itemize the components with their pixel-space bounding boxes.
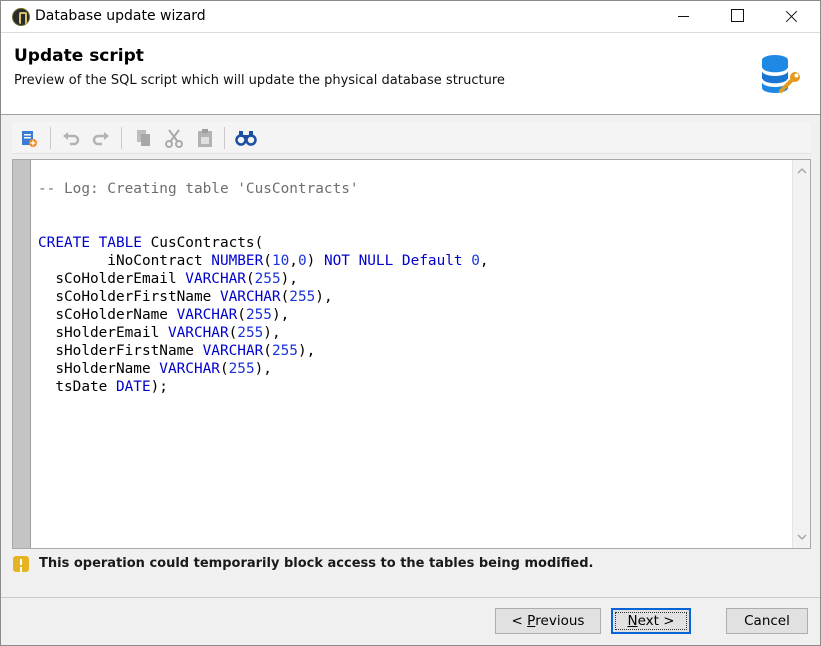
code-line: iNoContract NUMBER(10,0) NOT NULL Defaul… bbox=[38, 252, 489, 270]
code-token: NUMBER bbox=[211, 253, 264, 269]
code-token: sHolderEmail bbox=[38, 325, 168, 341]
toolbar-separator bbox=[121, 127, 122, 149]
code-token: 255 bbox=[254, 271, 281, 287]
code-line: sCoHolderFirstName VARCHAR(255), bbox=[38, 288, 489, 306]
editor-gutter bbox=[13, 160, 31, 548]
toolbar-separator bbox=[224, 127, 225, 149]
code-token: VARCHAR bbox=[202, 343, 264, 359]
new-file-icon[interactable] bbox=[18, 127, 40, 149]
close-button[interactable] bbox=[768, 1, 814, 32]
code-token: VARCHAR bbox=[176, 307, 238, 323]
code-token: ); bbox=[150, 379, 168, 395]
paste-icon[interactable] bbox=[194, 127, 216, 149]
next-button[interactable]: Next > bbox=[611, 608, 691, 634]
copy-icon[interactable] bbox=[133, 127, 155, 149]
code-line: tsDate DATE); bbox=[38, 378, 489, 396]
editor-toolbar bbox=[12, 122, 811, 154]
code-token: CusContracts( bbox=[141, 235, 264, 251]
scroll-down-icon[interactable] bbox=[797, 532, 807, 542]
footer-divider bbox=[1, 597, 820, 598]
code-token: VARCHAR bbox=[167, 325, 229, 341]
scroll-up-icon[interactable] bbox=[797, 166, 807, 176]
code-token: sCoHolderFirstName bbox=[38, 289, 220, 305]
code-token: ), bbox=[297, 343, 316, 359]
code-token: ), bbox=[271, 307, 290, 323]
code-line: sCoHolderEmail VARCHAR(255), bbox=[38, 270, 489, 288]
code-token: , bbox=[289, 253, 298, 269]
code-token: sCoHolderName bbox=[38, 307, 177, 323]
code-token: 255 bbox=[228, 361, 255, 377]
code-token: ( bbox=[237, 307, 246, 323]
undo-icon[interactable] bbox=[60, 127, 82, 149]
code-token: VARCHAR bbox=[185, 271, 246, 287]
code-token: ), bbox=[280, 271, 298, 287]
code-line: sCoHolderName VARCHAR(255), bbox=[38, 306, 489, 324]
sql-script-editor[interactable]: -- Log: Creating table 'CusContracts' CRE… bbox=[12, 159, 811, 549]
vertical-scrollbar[interactable] bbox=[792, 160, 810, 548]
code-token: ) bbox=[306, 253, 324, 269]
window-title: Database update wizard bbox=[35, 8, 206, 24]
previous-label: revious bbox=[535, 613, 585, 629]
code-token: 255 bbox=[245, 307, 272, 323]
page-subtitle: Preview of the SQL script which will upd… bbox=[14, 73, 505, 88]
next-mnemonic: N bbox=[627, 613, 638, 629]
cut-icon[interactable] bbox=[163, 127, 185, 149]
sql-code[interactable]: -- Log: Creating table 'CusContracts' CRE… bbox=[38, 180, 489, 396]
code-token: iNoContract bbox=[38, 253, 212, 269]
cancel-button[interactable]: Cancel bbox=[726, 608, 808, 634]
cancel-label: Cancel bbox=[744, 613, 790, 629]
maximize-button[interactable] bbox=[714, 1, 760, 32]
code-line: CREATE TABLE CusContracts( bbox=[38, 234, 489, 252]
code-line: sHolderFirstName VARCHAR(255), bbox=[38, 342, 489, 360]
redo-icon[interactable] bbox=[90, 127, 112, 149]
code-token: CREATE TABLE bbox=[38, 235, 142, 251]
previous-button[interactable]: < Previous bbox=[495, 608, 601, 634]
code-token: 255 bbox=[271, 343, 298, 359]
code-token: , bbox=[479, 253, 489, 269]
wizard-header: Update script Preview of the SQL script … bbox=[1, 32, 820, 115]
code-token: sHolderFirstName bbox=[38, 343, 203, 359]
code-token: ( bbox=[280, 289, 290, 305]
toolbar-separator bbox=[50, 127, 51, 149]
code-line: sHolderName VARCHAR(255), bbox=[38, 360, 489, 378]
code-token: ( bbox=[245, 271, 255, 287]
code-token: 0 bbox=[471, 253, 480, 269]
code-token: ( bbox=[228, 325, 238, 341]
code-line: sHolderEmail VARCHAR(255), bbox=[38, 324, 489, 342]
code-token: ( bbox=[263, 343, 272, 359]
previous-mnemonic: P bbox=[527, 613, 536, 629]
code-token: 0 bbox=[297, 253, 307, 269]
code-token: sHolderName bbox=[38, 361, 160, 377]
minimize-button[interactable] bbox=[660, 1, 706, 32]
warning-icon bbox=[13, 556, 29, 572]
code-token: ( bbox=[219, 361, 229, 377]
code-token: ), bbox=[254, 361, 272, 377]
code-token: VARCHAR bbox=[159, 361, 220, 377]
code-token: 255 bbox=[237, 325, 264, 341]
app-logo-icon bbox=[12, 8, 30, 26]
code-line: -- Log: Creating table 'CusContracts' bbox=[38, 180, 489, 198]
code-token: tsDate bbox=[38, 379, 116, 395]
find-icon[interactable] bbox=[235, 127, 257, 149]
code-token: 255 bbox=[289, 289, 316, 305]
code-token: ( bbox=[263, 253, 272, 269]
code-token: ), bbox=[315, 289, 333, 305]
page-title: Update script bbox=[14, 46, 144, 66]
code-token: sCoHolderEmail bbox=[38, 271, 186, 287]
code-token: ), bbox=[263, 325, 281, 341]
database-settings-icon bbox=[761, 55, 800, 93]
wizard-window: Database update wizard Update script Pre… bbox=[0, 0, 821, 646]
warning-message: This operation could temporarily block a… bbox=[39, 556, 594, 571]
next-label: ext > bbox=[637, 613, 675, 629]
code-token: 10 bbox=[271, 253, 290, 269]
code-token: DATE bbox=[115, 379, 151, 395]
title-bar[interactable]: Database update wizard bbox=[1, 1, 820, 32]
code-token: -- Log: Creating table 'CusContracts' bbox=[38, 181, 359, 197]
code-token: NOT NULL Default bbox=[323, 253, 463, 269]
previous-prefix: < bbox=[511, 613, 528, 629]
code-token: VARCHAR bbox=[219, 289, 281, 305]
